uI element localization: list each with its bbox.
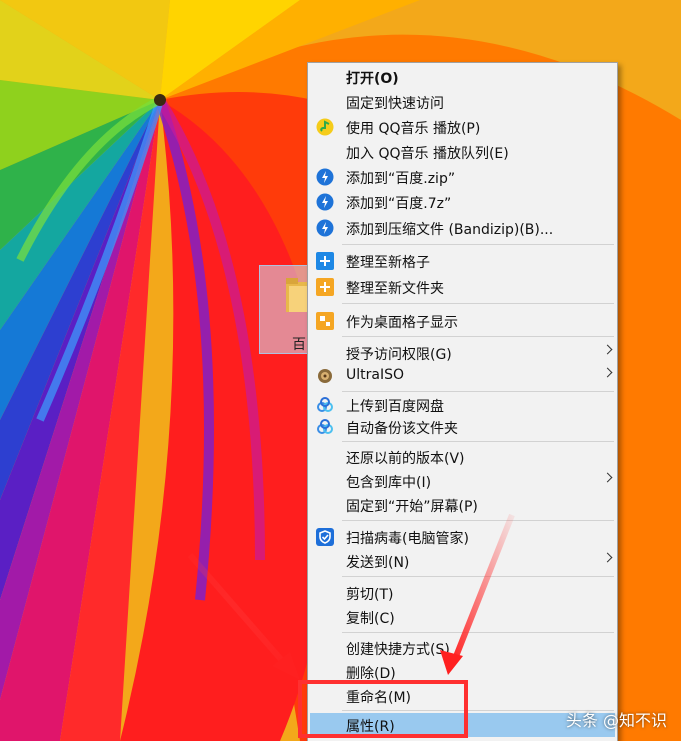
baidu-netdisk-icon — [317, 419, 333, 434]
menu-separator — [342, 336, 614, 337]
fence-display-icon — [316, 312, 334, 330]
menu-item-label: 授予访问权限(G) — [346, 347, 452, 363]
menu-item-label: 复制(C) — [346, 611, 395, 627]
folder-icon — [286, 278, 308, 312]
menu-item-label: UltraISO — [346, 367, 404, 383]
menu-item-label: 加入 QQ音乐 播放队列(E) — [346, 146, 509, 162]
bandizip-icon — [316, 193, 334, 211]
menu-item-label: 固定到快速访问 — [346, 96, 444, 112]
menu-item-auto-backup[interactable]: 自动备份该文件夹 — [310, 415, 615, 439]
menu-item-label: 上传到百度网盘 — [346, 399, 444, 415]
menu-item-label: 添加到压缩文件 (Bandizip)(B)... — [346, 222, 554, 238]
chevron-right-icon — [602, 367, 613, 378]
menu-item-new-folder[interactable]: 整理至新文件夹 — [310, 275, 615, 299]
menu-item-label: 整理至新格子 — [346, 255, 430, 271]
desktop-icon-label: 百 — [292, 337, 306, 353]
annotation-highlight-box — [298, 680, 468, 738]
menu-item-label: 添加到“百度.7z” — [346, 196, 452, 212]
menu-item-add-archive[interactable]: 添加到压缩文件 (Bandizip)(B)... — [310, 216, 615, 240]
qqmusic-icon — [316, 118, 334, 136]
bandizip-icon — [316, 219, 334, 237]
menu-separator — [342, 632, 614, 633]
menu-item-label: 使用 QQ音乐 播放(P) — [346, 121, 481, 137]
menu-item-qqmusic-play[interactable]: 使用 QQ音乐 播放(P) — [310, 115, 615, 139]
menu-item-upload-baidu[interactable]: 上传到百度网盘 — [310, 393, 615, 417]
desktop-folder-icon[interactable]: 百 — [259, 265, 309, 354]
chevron-right-icon — [602, 344, 613, 355]
menu-item-label: 自动备份该文件夹 — [346, 421, 458, 437]
menu-item-label: 作为桌面格子显示 — [346, 315, 458, 331]
menu-item-ultraiso[interactable]: UltraISO — [310, 364, 615, 388]
menu-item-restore-versions[interactable]: 还原以前的版本(V) — [310, 445, 615, 469]
menu-separator — [342, 303, 614, 304]
menu-item-label: 整理至新文件夹 — [346, 281, 444, 297]
menu-separator — [342, 441, 614, 442]
menu-item-show-as-fence[interactable]: 作为桌面格子显示 — [310, 309, 615, 333]
menu-item-label: 剪切(T) — [346, 587, 394, 603]
menu-item-add-7z[interactable]: 添加到“百度.7z” — [310, 190, 615, 214]
context-menu: 打开(O) 固定到快速访问 使用 QQ音乐 播放(P) 加入 QQ音乐 播放队列… — [307, 62, 618, 741]
menu-item-label: 包含到库中(I) — [346, 475, 432, 491]
menu-separator — [342, 391, 614, 392]
shield-icon — [316, 528, 334, 546]
menu-item-label: 创建快捷方式(S) — [346, 642, 450, 658]
menu-item-label: 添加到“百度.zip” — [346, 171, 456, 187]
bandizip-icon — [316, 168, 334, 186]
menu-item-create-shortcut[interactable]: 创建快捷方式(S) — [310, 636, 615, 660]
add-fence-icon — [316, 252, 334, 270]
menu-item-pin-quick-access[interactable]: 固定到快速访问 — [310, 90, 615, 114]
menu-separator — [342, 576, 614, 577]
menu-item-label: 还原以前的版本(V) — [346, 451, 465, 467]
add-folder-icon — [316, 278, 334, 296]
menu-separator — [342, 520, 614, 521]
menu-item-label: 打开(O) — [346, 71, 399, 87]
menu-item-label: 发送到(N) — [346, 555, 410, 571]
menu-item-pin-start[interactable]: 固定到“开始”屏幕(P) — [310, 493, 615, 517]
menu-item-open[interactable]: 打开(O) — [310, 65, 615, 89]
menu-item-label: 固定到“开始”屏幕(P) — [346, 499, 478, 515]
chevron-right-icon — [602, 552, 613, 563]
menu-item-grant-access[interactable]: 授予访问权限(G) — [310, 341, 615, 365]
menu-item-send-to[interactable]: 发送到(N) — [310, 549, 615, 573]
menu-item-qqmusic-queue[interactable]: 加入 QQ音乐 播放队列(E) — [310, 140, 615, 164]
menu-item-include-library[interactable]: 包含到库中(I) — [310, 469, 615, 493]
menu-separator — [342, 244, 614, 245]
ultraiso-icon — [318, 369, 332, 383]
menu-item-virus-scan[interactable]: 扫描病毒(电脑管家) — [310, 525, 615, 549]
chevron-right-icon — [602, 472, 613, 483]
watermark: 头条 @知不识 — [565, 711, 667, 730]
menu-item-label: 扫描病毒(电脑管家) — [346, 531, 469, 547]
menu-item-new-fence[interactable]: 整理至新格子 — [310, 249, 615, 273]
baidu-netdisk-icon — [317, 397, 333, 412]
menu-item-add-zip[interactable]: 添加到“百度.zip” — [310, 165, 615, 189]
menu-item-cut[interactable]: 剪切(T) — [310, 581, 615, 605]
menu-item-copy[interactable]: 复制(C) — [310, 605, 615, 629]
